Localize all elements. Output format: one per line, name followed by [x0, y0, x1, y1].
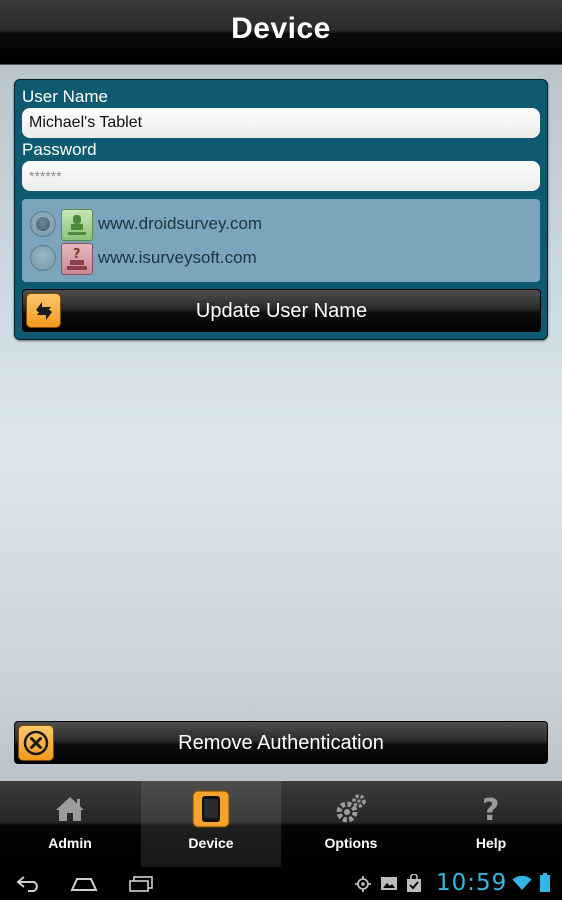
remove-authentication-button[interactable]: Remove Authentication [14, 721, 548, 764]
page-title: Device [231, 12, 331, 45]
svg-text:?: ? [73, 247, 81, 262]
radio-button-isurveysoft[interactable] [30, 245, 56, 271]
title-bar: Device [0, 0, 562, 65]
home-icon [50, 789, 90, 829]
tab-help-label: Help [475, 835, 507, 851]
back-icon[interactable] [16, 875, 42, 893]
wifi-icon [512, 875, 532, 890]
home-nav-icon[interactable] [70, 875, 98, 893]
password-label: Password [22, 140, 97, 159]
svg-text:?: ? [482, 793, 499, 828]
radio-button-droidsurvey[interactable] [30, 211, 56, 237]
tablet-icon [191, 789, 231, 829]
droidsurvey-logo-icon [61, 209, 93, 241]
update-user-name-button[interactable]: Update User Name [22, 289, 541, 332]
tab-options[interactable]: Options [281, 781, 421, 867]
battery-icon [540, 873, 550, 892]
server-option-isurveysoft[interactable]: ? www.isurveysoft.com [30, 243, 530, 275]
system-navigation-bar: 10:59 [0, 867, 562, 900]
tab-options-label: Options [324, 835, 378, 851]
isurveysoft-logo-icon: ? [61, 243, 93, 275]
tab-admin-label: Admin [48, 835, 92, 851]
server-option-droidsurvey[interactable]: www.droidsurvey.com [30, 209, 530, 241]
tab-device-label: Device [188, 835, 234, 851]
bottom-tab-bar: Admin Device Options ? Help [0, 781, 562, 867]
image-icon [381, 877, 397, 890]
update-button-label: Update User Name [195, 300, 368, 322]
tab-admin[interactable]: Admin [0, 781, 140, 867]
password-input[interactable]: ****** [22, 161, 540, 191]
question-icon: ? [471, 789, 511, 829]
server-label-isurveysoft: www.isurveysoft.com [98, 248, 257, 267]
recent-apps-icon[interactable] [127, 875, 155, 893]
credentials-panel: User Name Michael's Tablet Password ****… [14, 79, 548, 340]
username-input[interactable]: Michael's Tablet [22, 108, 540, 138]
gears-icon [331, 789, 371, 829]
tab-help[interactable]: ? Help [421, 781, 561, 867]
location-icon [355, 876, 371, 892]
username-label: User Name [22, 87, 108, 106]
status-clock: 10:59 [436, 870, 508, 896]
server-selector: www.droidsurvey.com ? www.isurveysoft.co… [22, 199, 540, 282]
remove-button-label: Remove Authentication [178, 732, 384, 754]
shopping-bag-icon [407, 874, 421, 892]
server-label-droidsurvey: www.droidsurvey.com [98, 214, 263, 233]
tab-device[interactable]: Device [141, 781, 281, 867]
